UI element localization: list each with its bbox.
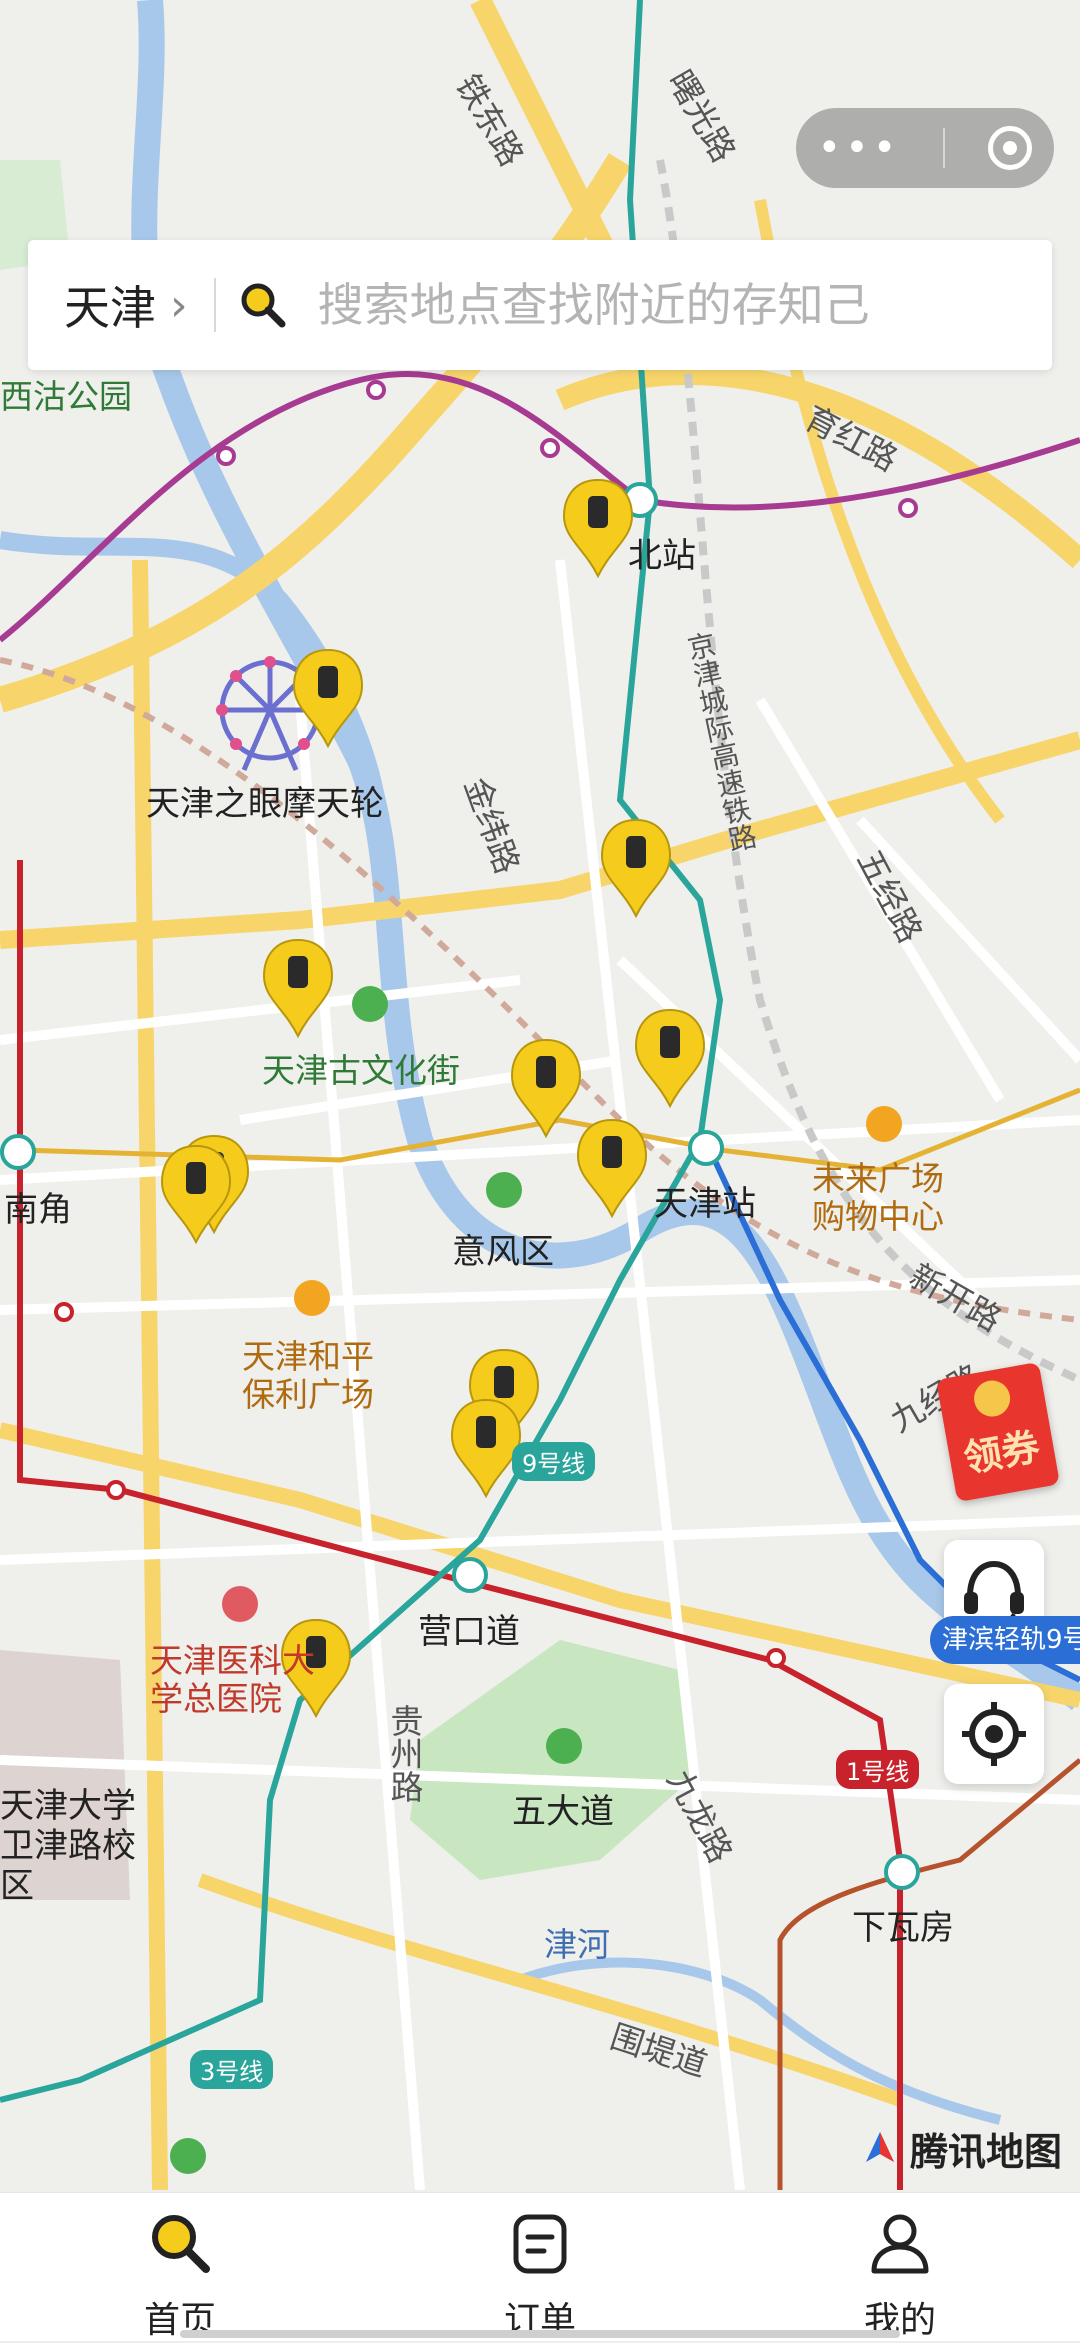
place-label: 天津大学卫津路校区: [0, 1786, 136, 1906]
tab-orders[interactable]: 订单: [440, 2193, 640, 2341]
divider: [213, 278, 216, 332]
order-icon: [513, 2214, 567, 2274]
place-label: 五大道: [512, 1792, 614, 1832]
user-icon: [871, 2214, 929, 2274]
place-label: 营口道: [418, 1612, 520, 1652]
place-label: 南角: [4, 1190, 72, 1230]
crosshair-icon: [962, 1702, 1026, 1766]
close-miniprogram-icon[interactable]: [988, 126, 1033, 170]
search-bar[interactable]: 天津 ›: [28, 240, 1052, 370]
metro-line-label: 津滨轻轨9号线: [930, 1616, 1080, 1664]
place-label: 天津古文化街: [262, 1051, 460, 1090]
coupon-label: 领券: [960, 1424, 1043, 1481]
map-attribution: 腾讯地图: [858, 2120, 1062, 2176]
place-label: 天津站: [654, 1184, 756, 1224]
home-indicator: [180, 2330, 900, 2338]
coin-icon: [971, 1377, 1013, 1420]
metro-line-badge: 1号线: [836, 1750, 920, 1789]
tab-home[interactable]: 首页: [80, 2193, 280, 2341]
metro-line-badge: 3号线: [190, 2050, 274, 2089]
search-icon: [152, 2215, 210, 2273]
place-label: 下瓦房: [852, 1908, 954, 1948]
chevron-right-icon[interactable]: ›: [170, 280, 188, 331]
locate-button[interactable]: [944, 1684, 1044, 1784]
road-label: 贵州路: [385, 1704, 424, 1803]
attribution-text: 腾讯地图: [910, 2129, 1063, 2174]
tab-profile[interactable]: 我的: [800, 2193, 1000, 2341]
metro-line-badge: 9号线: [512, 1442, 596, 1481]
place-label: 天津和平保利广场: [242, 1337, 374, 1414]
city-selector[interactable]: 天津: [64, 272, 156, 338]
tencent-map-logo-icon: [866, 2132, 894, 2162]
search-icon: [238, 280, 288, 330]
coupon-button[interactable]: 领券: [936, 1361, 1060, 1503]
river-label: 津河: [544, 1925, 610, 1964]
bottom-tab-bar: 首页 订单 我的: [0, 2192, 1080, 2341]
place-label: 天津之眼摩天轮: [146, 784, 384, 824]
capsule-divider: [943, 128, 946, 168]
miniprogram-capsule[interactable]: •••: [796, 108, 1054, 188]
place-label: 未来广场购物中心: [812, 1159, 944, 1236]
place-label: 西沽公园: [0, 377, 132, 416]
more-icon[interactable]: •••: [818, 125, 901, 171]
search-input[interactable]: [315, 277, 960, 333]
place-label: 北站: [628, 536, 696, 576]
place-label: 天津医科大学总医院: [150, 1641, 315, 1718]
place-label: 意风区: [452, 1232, 554, 1272]
